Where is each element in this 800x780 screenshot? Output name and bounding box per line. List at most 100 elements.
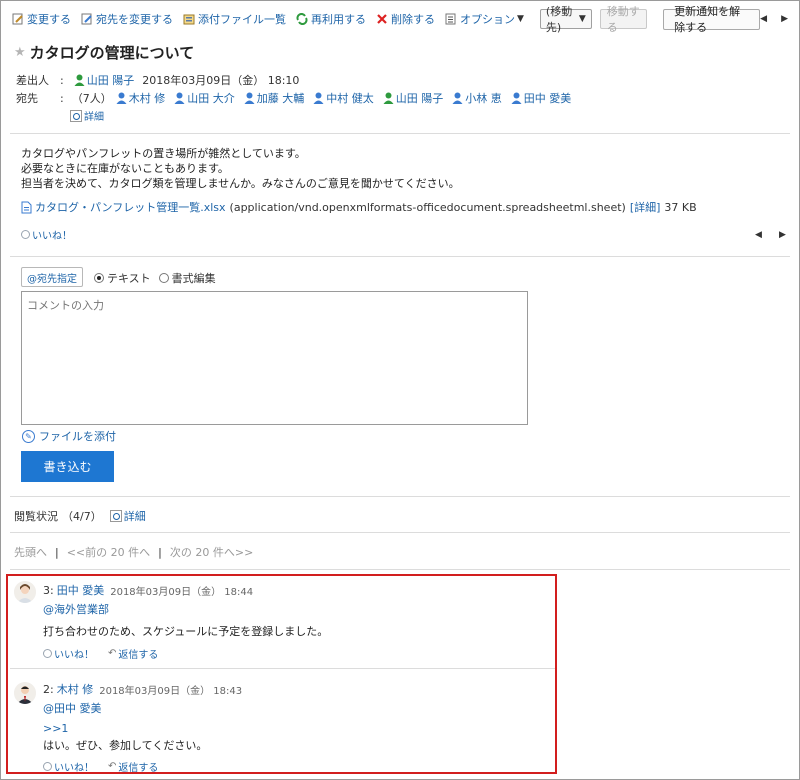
- woman-avatar-icon: [14, 581, 36, 603]
- user-blue-icon: [313, 92, 324, 104]
- user-blue-icon: [174, 92, 185, 104]
- comment-like-button[interactable]: いいね！: [43, 646, 94, 661]
- mode-rich-label: 書式編集: [171, 272, 216, 285]
- reply-arrow-icon: ↶: [108, 648, 117, 659]
- attachment-detail-link[interactable]: [詳細]: [630, 199, 661, 215]
- prev-item-icon[interactable]: ◀: [760, 14, 767, 24]
- mention-recipient-button[interactable]: @宛先指定: [21, 267, 83, 287]
- comment-date: 2018年03月09日（金） 18:44: [110, 586, 254, 598]
- recipients-colon: :: [60, 91, 64, 105]
- avatar: [14, 682, 36, 704]
- read-status-label: 閲覧状況: [14, 510, 58, 523]
- recipient-name: 山田 大介: [187, 92, 235, 105]
- delete-button[interactable]: 削除する: [376, 11, 435, 27]
- recipient-name: 中村 健太: [326, 92, 374, 105]
- read-status-count: （4/7）: [62, 510, 102, 523]
- reuse-label: 再利用する: [311, 13, 366, 26]
- radio-selected-icon: [94, 273, 104, 283]
- attachments-icon: [183, 14, 195, 25]
- reuse-button[interactable]: 再利用する: [296, 11, 366, 27]
- favorite-star-icon[interactable]: ★: [14, 45, 26, 60]
- comment-like-button[interactable]: いいね！: [43, 759, 94, 774]
- unsubscribe-notification-button[interactable]: 更新通知を解除する: [663, 5, 761, 34]
- comment-actions: いいね！ ↶ 返信する: [43, 759, 158, 774]
- next-page-icon[interactable]: ▶: [779, 230, 786, 240]
- change-button[interactable]: 変更する: [12, 11, 71, 27]
- divider: [10, 668, 555, 669]
- comment-author-link[interactable]: 木村 修: [57, 681, 94, 697]
- recipient-item[interactable]: 小林 恵: [452, 90, 502, 106]
- user-green-icon: [74, 74, 85, 86]
- comment-text: 打ち合わせのため、スケジュールに予定を登録しました。: [43, 625, 329, 638]
- comment-number: 3:: [43, 583, 54, 597]
- attachment-file-link[interactable]: カタログ・パンフレット管理一覧.xlsx: [35, 199, 226, 215]
- mode-text-label: テキスト: [107, 272, 151, 285]
- comment-mention[interactable]: @田中 愛美: [43, 700, 102, 716]
- sender-name-link[interactable]: 山田 陽子: [87, 72, 135, 88]
- body-line: 担当者を決めて、カタログ類を管理しませんか。みなさんのご意見を聞かせてください。: [21, 177, 460, 190]
- body-line: カタログやパンフレットの置き場所が雑然としています。: [21, 147, 306, 160]
- comment-mention[interactable]: @海外営業部: [43, 601, 109, 617]
- mode-rich-radio[interactable]: 書式編集: [158, 270, 216, 286]
- options-menu[interactable]: オプション ▼: [445, 11, 524, 27]
- submit-label: 書き込む: [43, 460, 92, 474]
- move-destination-value: (移動先): [545, 5, 573, 34]
- pager-first[interactable]: 先頭へ: [14, 544, 47, 560]
- prev-page-icon[interactable]: ◀: [755, 230, 762, 240]
- mention-button-label: @宛先指定: [27, 273, 77, 285]
- recipients-details-label: 詳細: [84, 112, 104, 123]
- attachments-list-button[interactable]: 添付ファイル一覧: [183, 11, 286, 27]
- sender-colon: :: [60, 73, 64, 87]
- recipient-item[interactable]: 山田 大介: [174, 90, 235, 106]
- editor-mode-group: テキスト 書式編集: [94, 270, 216, 286]
- next-item-icon[interactable]: ▶: [781, 14, 788, 24]
- change-recipients-label: 宛先を変更する: [96, 13, 173, 26]
- comment-quote-link[interactable]: >>1: [43, 722, 68, 735]
- comment-author-link[interactable]: 田中 愛美: [57, 582, 105, 598]
- comment-header: 2: 木村 修 2018年03月09日（金） 18:43: [43, 681, 242, 697]
- recipient-item[interactable]: 加藤 大輔: [244, 90, 304, 106]
- recipient-item[interactable]: 中村 健太: [313, 90, 374, 106]
- comment-pager: 先頭へ | <<前の 20 件へ | 次の 20 件へ>>: [14, 544, 253, 560]
- body-line: 必要なときに在庫がないこともあります。: [21, 162, 229, 175]
- recipient-item[interactable]: 木村 修: [116, 90, 166, 106]
- user-blue-icon: [511, 92, 522, 104]
- submit-comment-button[interactable]: 書き込む: [21, 451, 114, 482]
- message-like-button[interactable]: いいね！: [21, 227, 72, 242]
- options-icon: [445, 13, 456, 25]
- pager-next[interactable]: 次の 20 件へ>>: [170, 544, 253, 560]
- attachments-list-label: 添付ファイル一覧: [198, 13, 286, 26]
- recipient-item[interactable]: 山田 陽子: [383, 90, 443, 106]
- unsubscribe-label: 更新通知を解除する: [674, 5, 741, 34]
- dropdown-arrow-icon: ▼: [578, 14, 586, 24]
- sender-label: 差出人: [16, 74, 49, 87]
- radio-empty-icon: [158, 273, 169, 283]
- pager-separator: |: [55, 545, 59, 559]
- delete-icon: [377, 14, 387, 24]
- magnifier-icon: [109, 510, 122, 522]
- comment-date: 2018年03月09日（金） 18:43: [99, 685, 243, 697]
- move-button[interactable]: 移動する: [599, 5, 648, 34]
- pager-prev[interactable]: <<前の 20 件へ: [67, 544, 150, 560]
- attachment-mime-type: (application/vnd.openxmlformats-officedo…: [229, 200, 626, 214]
- move-destination-select[interactable]: (移動先) ▼: [539, 5, 592, 34]
- recipients-details-link[interactable]: 詳細: [70, 108, 104, 123]
- man-avatar-icon: [14, 682, 36, 704]
- comment-input[interactable]: [21, 291, 528, 425]
- recipient-item[interactable]: 田中 愛美: [511, 90, 571, 106]
- smile-icon: [43, 762, 52, 771]
- comment-reply-button[interactable]: ↶ 返信する: [108, 759, 158, 774]
- mode-text-radio[interactable]: テキスト: [94, 270, 151, 286]
- comment-reply-button[interactable]: ↶ 返信する: [108, 646, 158, 661]
- recipients-label: 宛先: [16, 92, 38, 105]
- recipient-name: 木村 修: [128, 92, 166, 105]
- user-green-icon: [383, 92, 394, 104]
- smile-icon: [21, 230, 30, 239]
- read-status-details-link[interactable]: 詳細: [109, 508, 146, 524]
- divider: [10, 256, 790, 257]
- attach-file-link[interactable]: ✎ ファイルを添付: [22, 428, 116, 444]
- reply-arrow-icon: ↶: [108, 761, 117, 772]
- smile-icon: [43, 649, 52, 658]
- comment-number: 2:: [43, 682, 54, 696]
- change-recipients-button[interactable]: 宛先を変更する: [81, 11, 173, 27]
